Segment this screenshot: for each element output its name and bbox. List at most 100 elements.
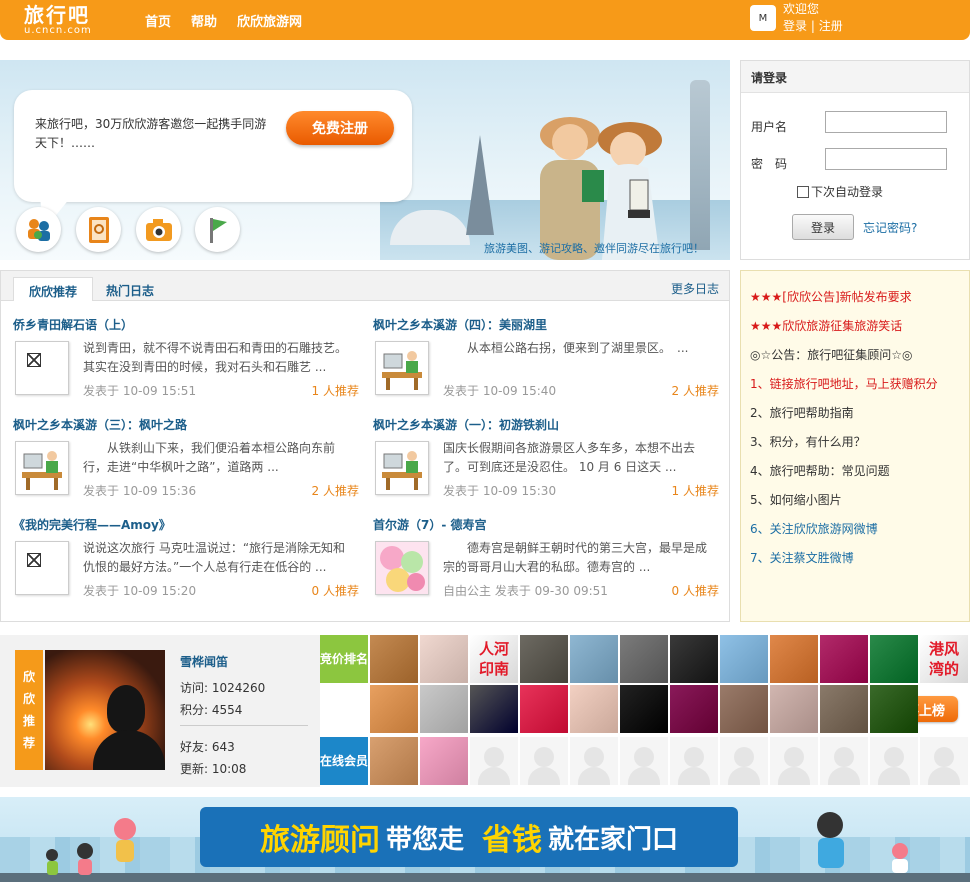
post-meta: 发表于 10-09 15:40: [443, 384, 557, 398]
nav-cncn[interactable]: 欣欣旅游网: [237, 11, 302, 30]
member-tile[interactable]: [420, 685, 468, 733]
remember-checkbox[interactable]: [797, 185, 809, 198]
invite-text: 来旅行吧，30万欣欣游客邀您一起携手同游天下！……: [35, 117, 267, 150]
member-tile[interactable]: [620, 685, 668, 733]
post-recommend-count: 1 人推荐: [311, 384, 359, 398]
ad-slogan-4: 就在家门口: [548, 824, 679, 855]
member-tile[interactable]: [870, 685, 918, 733]
tag-char: 推: [22, 714, 35, 728]
member-tile[interactable]: [670, 685, 718, 733]
member-tile[interactable]: [570, 685, 618, 733]
more-logs-link[interactable]: 更多日志: [671, 280, 719, 297]
notice-item[interactable]: 1、链接旅行吧地址，马上获赠积分: [750, 375, 938, 392]
post-thumbnail[interactable]: [15, 541, 69, 595]
notice-item[interactable]: 5、如何缩小图片: [750, 491, 842, 508]
notice-item[interactable]: ◎☆公告：旅行吧征集顾问☆◎: [750, 346, 912, 363]
post-thumbnail[interactable]: [375, 341, 429, 395]
remember-me[interactable]: 下次自动登录: [797, 183, 883, 200]
ad-slogan-2: 带您走: [385, 824, 464, 855]
online-member-placeholder[interactable]: [720, 737, 768, 785]
member-tile[interactable]: [520, 685, 568, 733]
member-tile[interactable]: [770, 635, 818, 683]
member-tile[interactable]: [620, 635, 668, 683]
notice-item[interactable]: 7、关注蔡文胜微博: [750, 549, 854, 566]
address-book-icon[interactable]: [76, 207, 121, 252]
post-item: 枫叶之乡本溪游（四）：美丽湖里 从本桓公路右拐，便来到了湖里景区。 ... 发表于…: [373, 316, 723, 411]
post-thumbnail[interactable]: [15, 341, 69, 395]
member-tile[interactable]: [670, 635, 718, 683]
username-input[interactable]: [825, 111, 947, 133]
member-tile[interactable]: [370, 635, 418, 683]
online-member-placeholder[interactable]: [670, 737, 718, 785]
post-title[interactable]: 侨乡青田解石语（上）: [13, 316, 133, 333]
member-tile[interactable]: [720, 685, 768, 733]
member-tile[interactable]: [520, 635, 568, 683]
member-tile[interactable]: [720, 635, 768, 683]
notice-item[interactable]: 6、关注欣欣旅游网微博: [750, 520, 878, 537]
ad-banner[interactable]: 旅游顾问 带您走 省钱 就在家门口: [0, 797, 970, 882]
member-tile[interactable]: 人河 印南: [470, 635, 518, 683]
post-thumbnail[interactable]: [375, 541, 429, 595]
post-excerpt: 国庆长假期间各旅游景区人多车多，本想不出去了。可到底还是没忍住。 10 月 6 …: [443, 441, 696, 474]
tag-char: 欣: [22, 692, 35, 706]
notice-item[interactable]: ★★★欣欣旅游征集旅游笑话: [750, 317, 902, 334]
member-name[interactable]: 雪桦闻笛: [180, 653, 228, 670]
users-icon[interactable]: [16, 207, 61, 252]
member-updated: 更新: 10:08: [180, 762, 247, 776]
online-member-tile[interactable]: [370, 737, 418, 785]
notice-item[interactable]: ★★★[欣欣公告]新帖发布要求: [750, 288, 912, 305]
nav-help[interactable]: 帮助: [191, 11, 217, 30]
nav-home[interactable]: 首页: [145, 11, 171, 30]
camera-icon[interactable]: [136, 207, 181, 252]
post-recommend-count: 1 人推荐: [671, 484, 719, 498]
online-member-placeholder[interactable]: [620, 737, 668, 785]
login-link[interactable]: 登录: [783, 19, 807, 33]
online-member-placeholder[interactable]: [570, 737, 618, 785]
member-tile[interactable]: [570, 635, 618, 683]
post-thumbnail[interactable]: [15, 441, 69, 495]
ad-slogan-3: 省钱: [482, 823, 542, 858]
post-excerpt: 德寿宫是朝鲜王朝时代的第三大宫，最早是成宗的哥哥月山大君的私邸。德寿宫的 ...: [443, 541, 708, 574]
post-item: 枫叶之乡本溪游（一）：初游铁刹山国庆长假期间各旅游景区人多车多，本想不出去了。可…: [373, 416, 723, 511]
online-member-tile[interactable]: [420, 737, 468, 785]
member-tile[interactable]: [820, 685, 868, 733]
member-tile[interactable]: [470, 685, 518, 733]
login-title: 请登录: [741, 61, 969, 93]
online-member-placeholder[interactable]: [520, 737, 568, 785]
member-photo[interactable]: [45, 650, 165, 770]
tile-caption: 印南: [478, 660, 509, 678]
post-title[interactable]: 枫叶之乡本溪游（一）：初游铁刹山: [373, 416, 559, 433]
member-tile[interactable]: 港风 湾的: [920, 635, 968, 683]
notice-item[interactable]: 2、旅行吧帮助指南: [750, 404, 854, 421]
online-member-placeholder[interactable]: [820, 737, 868, 785]
post-title[interactable]: 枫叶之乡本溪游（四）：美丽湖里: [373, 316, 547, 333]
post-thumbnail[interactable]: [375, 441, 429, 495]
tab-recommended[interactable]: 欣欣推荐: [13, 277, 94, 301]
post-title[interactable]: 首尔游（7）- 德寿宫: [373, 516, 487, 533]
online-member-placeholder[interactable]: [470, 737, 518, 785]
login-button[interactable]: 登录: [792, 214, 854, 240]
online-member-placeholder[interactable]: [770, 737, 818, 785]
member-tile[interactable]: [820, 635, 868, 683]
free-register-button[interactable]: 免费注册: [286, 111, 394, 145]
notice-item[interactable]: 4、旅行吧帮助：常见问题: [750, 462, 890, 479]
post-title[interactable]: 《我的完美行程——Amoy》: [13, 516, 171, 533]
online-member-placeholder[interactable]: [920, 737, 968, 785]
user-avatar[interactable]: M: [750, 5, 776, 31]
notice-item[interactable]: 3、积分，有什么用？: [750, 433, 866, 450]
post-meta: 发表于 10-09 15:36: [83, 484, 197, 498]
flag-icon[interactable]: [195, 207, 240, 252]
post-title[interactable]: 枫叶之乡本溪游（三）：枫叶之路: [13, 416, 187, 433]
password-input[interactable]: [825, 148, 947, 170]
member-tile[interactable]: [420, 635, 468, 683]
member-visits: 访问: 1024260: [180, 681, 266, 695]
post-meta: 发表于 10-09 15:51: [83, 384, 197, 398]
member-tile[interactable]: [770, 685, 818, 733]
member-tile[interactable]: [870, 635, 918, 683]
site-logo[interactable]: 旅行吧 u.cncn.com: [24, 4, 92, 36]
member-tile[interactable]: [370, 685, 418, 733]
register-link[interactable]: 注册: [819, 19, 843, 33]
tab-hot-logs[interactable]: 热门日志: [91, 277, 169, 301]
forgot-password-link[interactable]: 忘记密码?: [863, 219, 917, 236]
online-member-placeholder[interactable]: [870, 737, 918, 785]
